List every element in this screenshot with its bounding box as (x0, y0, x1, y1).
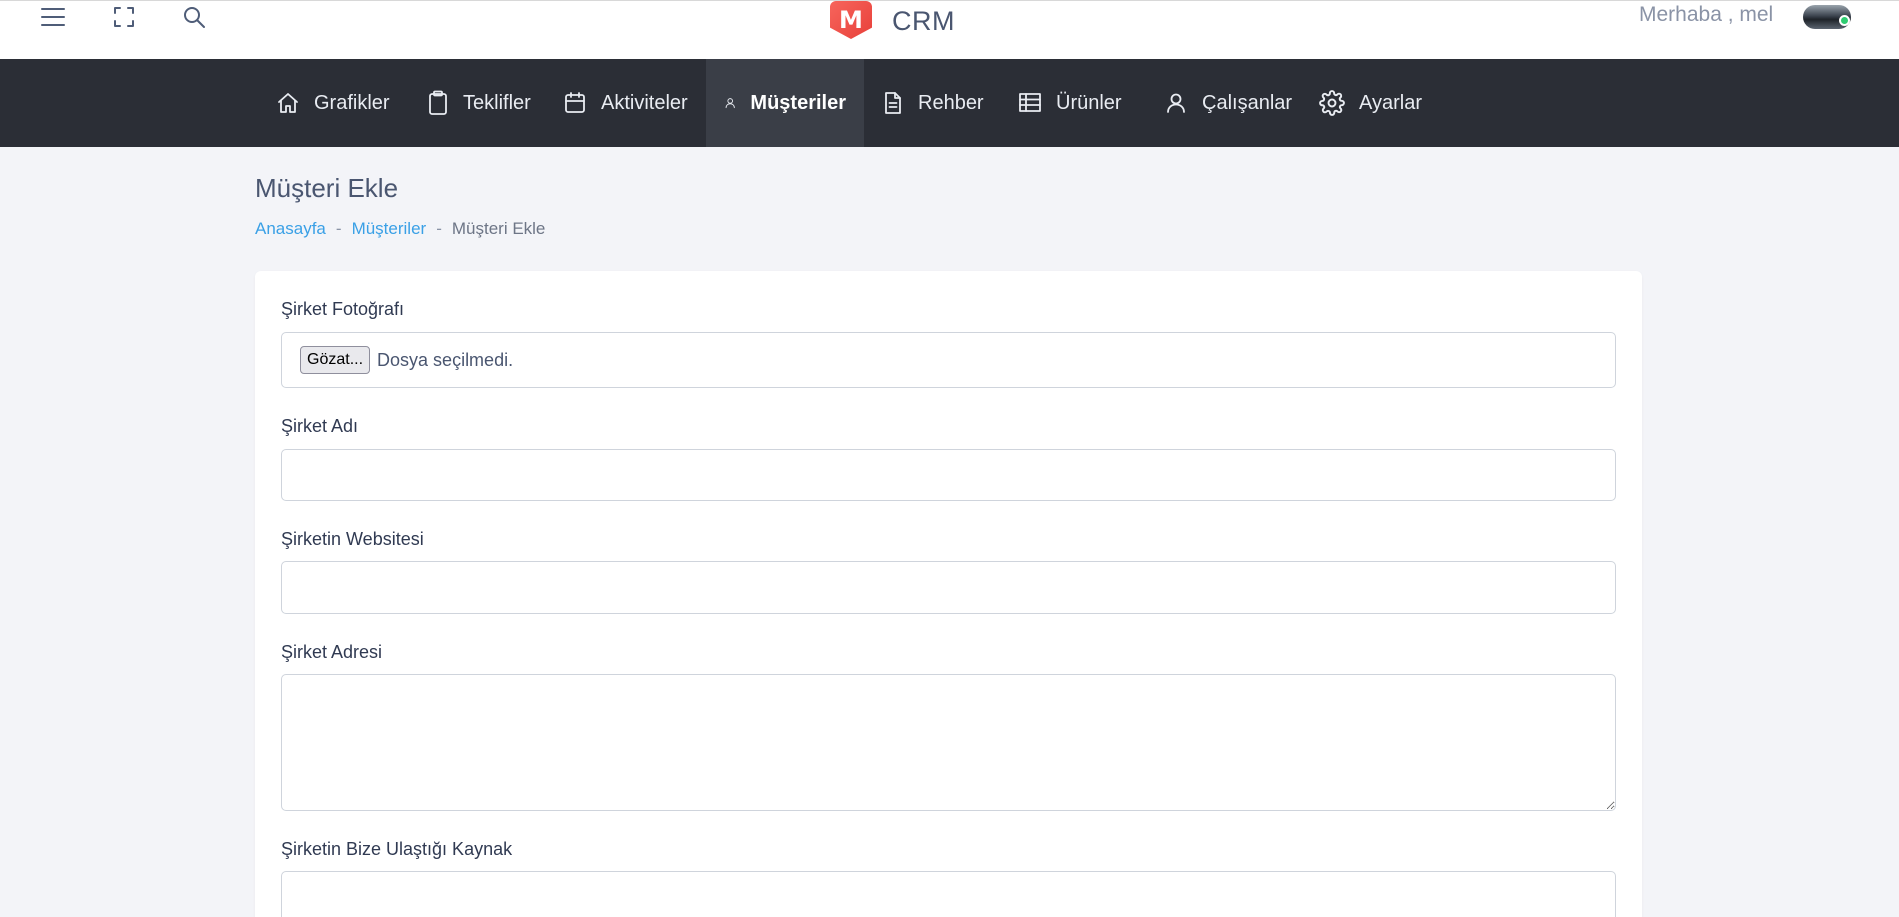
page-title: Müşteri Ekle (255, 173, 399, 203)
nav-item-calisanlar[interactable]: Çalışanlar (1146, 59, 1310, 147)
file-status-text: Dosya seçilmedi. (377, 349, 514, 370)
breadcrumb-separator: - (335, 219, 342, 238)
nav-item-musteriler[interactable]: Müşteriler (706, 59, 864, 147)
nav-label: Ayarlar (1359, 91, 1422, 114)
breadcrumb-separator: - (436, 219, 442, 238)
nav-label: Müşteriler (750, 91, 846, 114)
breadcrumb: Anasayfa - Müşteriler - Müşteri Ekle (255, 219, 545, 239)
breadcrumb-parent-link[interactable]: Müşteriler (352, 219, 427, 239)
brand-name: CRM (892, 5, 955, 36)
online-status-dot (1839, 15, 1850, 26)
home-icon (278, 93, 298, 113)
nav-item-urunler[interactable]: Ürünler (1000, 59, 1140, 147)
breadcrumb-current: Müşteri Ekle (451, 219, 546, 238)
topbar: M CRM Merhaba , mel (0, 0, 1899, 59)
clipboard-icon (429, 90, 447, 115)
browse-file-button[interactable]: Gözat... (300, 346, 371, 374)
nav-label: Ürünler (1056, 91, 1122, 114)
user-greeting: Merhaba , mel (1639, 3, 1774, 26)
company-photo-label: Şirket Fotoğrafı (281, 299, 405, 319)
brand[interactable]: M CRM (830, 1, 955, 41)
table-icon (1019, 93, 1041, 112)
company-address-textarea[interactable] (281, 674, 1616, 811)
company-name-input[interactable] (281, 449, 1616, 501)
nav-label: Çalışanlar (1202, 91, 1293, 114)
nav-label: Aktiviteler (601, 91, 688, 114)
company-address-label: Şirket Adresi (281, 642, 383, 662)
user-icon (725, 98, 735, 109)
document-icon (885, 92, 901, 114)
nav-item-ayarlar[interactable]: Ayarlar (1301, 59, 1440, 147)
nav-item-rehber[interactable]: Rehber (864, 59, 1002, 147)
main-nav: Grafikler Teklifler Aktiviteler Müşteril… (0, 59, 1899, 147)
gear-icon (1319, 90, 1345, 116)
company-source-label: Şirketin Bize Ulaştığı Kaynak (281, 839, 513, 859)
company-photo-field[interactable]: Gözat... Dosya seçilmedi. (281, 332, 1616, 388)
nav-label: Teklifler (463, 91, 531, 114)
nav-label: Grafikler (314, 91, 390, 114)
nav-item-teklifler[interactable]: Teklifler (409, 59, 549, 147)
company-website-label: Şirketin Websitesi (281, 529, 424, 549)
breadcrumb-home-link[interactable]: Anasayfa (255, 219, 326, 239)
user-icon (1167, 93, 1185, 113)
nav-item-aktiviteler[interactable]: Aktiviteler (545, 59, 706, 147)
nav-item-grafikler[interactable]: Grafikler (258, 59, 408, 147)
brand-logo: M (830, 1, 872, 39)
nav-label: Rehber (918, 91, 984, 114)
company-website-input[interactable] (281, 561, 1616, 614)
menu-icon[interactable] (38, 2, 68, 32)
company-source-input[interactable] (281, 871, 1616, 917)
search-icon[interactable] (179, 2, 209, 32)
calendar-icon (565, 92, 585, 113)
fullscreen-icon[interactable] (109, 2, 139, 32)
company-name-label: Şirket Adı (281, 416, 359, 436)
